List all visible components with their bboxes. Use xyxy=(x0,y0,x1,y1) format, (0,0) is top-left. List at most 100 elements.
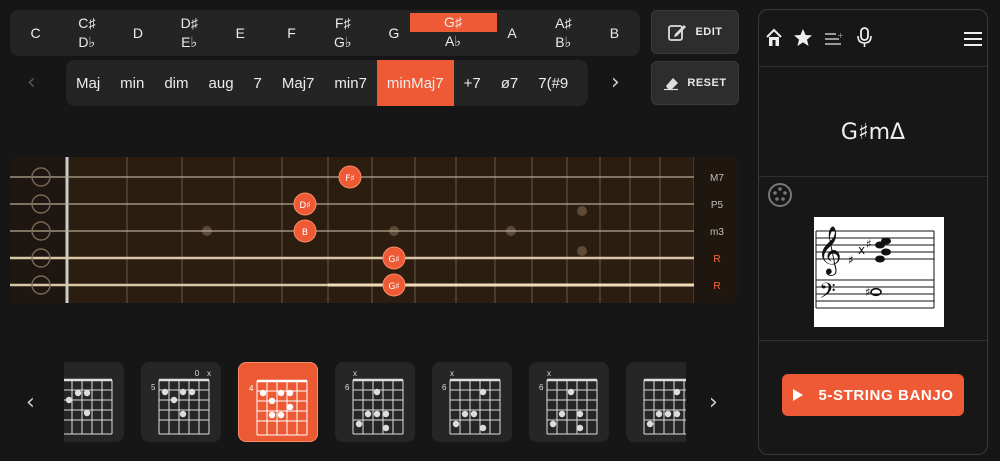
chord-type-3[interactable]: aug xyxy=(199,60,244,106)
chord-type-1[interactable]: min xyxy=(110,60,154,106)
string-mark: x xyxy=(353,369,357,378)
svg-text:♯: ♯ xyxy=(865,285,871,299)
note-11[interactable]: B xyxy=(589,10,640,56)
note-6[interactable]: F♯ G♭ xyxy=(317,10,368,56)
note-top-label: D xyxy=(132,24,144,41)
bass-clef-icon: 𝄢 xyxy=(819,279,836,309)
interval-label: m3 xyxy=(710,227,724,238)
chord-voicing-card[interactable] xyxy=(64,362,124,442)
chord-diagram: 6x xyxy=(539,369,598,435)
side-panel: + G♯mΔ 𝄞 𝄢 ♯ x ♯ ♯ 5-STRING BANJO xyxy=(758,9,988,455)
note-bottom-label: B♭ xyxy=(555,34,572,50)
note-top-label: G♯ xyxy=(409,13,497,32)
note-bottom-label: G♭ xyxy=(333,34,352,50)
chord-diagram: 4 xyxy=(249,379,308,436)
home-icon[interactable] xyxy=(766,28,782,46)
string-mark: x xyxy=(547,369,551,378)
svg-text:♯: ♯ xyxy=(866,237,872,251)
chord-type-7[interactable]: minMaj7 xyxy=(376,60,454,106)
edit-icon xyxy=(668,25,687,41)
staff-notation: 𝄞 𝄢 ♯ x ♯ ♯ xyxy=(814,217,944,327)
menu-icon[interactable] xyxy=(964,32,982,46)
note-5[interactable]: F xyxy=(266,10,317,56)
fretted-note-label: B xyxy=(302,228,308,238)
fretted-note-label: D♯ xyxy=(299,201,310,211)
note-2[interactable]: D xyxy=(112,10,163,56)
note-4[interactable]: E xyxy=(215,10,266,56)
chord-voicing-card[interactable]: 6x xyxy=(432,362,512,442)
string-mark: 0 xyxy=(195,369,200,378)
cards-next-icon[interactable]: › xyxy=(709,390,718,415)
note-top-label: C xyxy=(30,24,41,41)
chord-diagram: 6x xyxy=(442,369,501,435)
microphone-icon[interactable] xyxy=(857,27,872,47)
guitar-pick-icon[interactable] xyxy=(767,182,793,208)
chord-voicing-card[interactable]: 6x xyxy=(335,362,415,442)
types-prev-icon[interactable]: ‹ xyxy=(27,70,36,95)
instrument-play-button[interactable]: 5-STRING BANJO xyxy=(782,374,964,416)
chord-symbol: G♯mΔ xyxy=(840,120,906,145)
svg-text:x: x xyxy=(858,243,865,257)
interval-label: M7 xyxy=(710,173,724,184)
chord-type-selector: Maj min dim aug 7 Maj7 min7 minMaj7 +7 ø7 7(#9 xyxy=(66,60,588,106)
fretted-note-label: F♯ xyxy=(345,174,355,184)
reset-label: RESET xyxy=(687,77,727,89)
chord-diagram: 6x xyxy=(345,369,404,435)
note-top-label: E xyxy=(235,24,246,41)
interval-label: R xyxy=(713,281,720,292)
note-top-label: G xyxy=(388,24,400,41)
note-top-label: F♯ xyxy=(334,15,351,31)
playlist-icon[interactable]: + xyxy=(825,31,844,45)
inlay-dot xyxy=(577,206,587,216)
note-10[interactable]: A♯ B♭ xyxy=(538,10,589,56)
fretted-note-label: G♯ xyxy=(388,255,399,265)
chord-type-9[interactable]: ø7 xyxy=(491,60,529,106)
instrument-label: 5-STRING BANJO xyxy=(818,386,954,404)
chord-voicing-card[interactable]: 4 xyxy=(238,362,318,442)
note-8[interactable]: G♯ A♭ xyxy=(409,10,497,54)
note-top-label: A♯ xyxy=(555,15,572,31)
note-top-label: F xyxy=(287,24,296,41)
note-top-label: A xyxy=(507,24,517,41)
note-top-label: B xyxy=(609,24,620,41)
fretboard[interactable]: M7 P5 m3 R R F♯ D♯ B G♯ G♯ xyxy=(10,157,738,303)
chord-type-4[interactable]: 7 xyxy=(244,60,272,106)
interval-label: R xyxy=(713,254,720,265)
chord-type-6[interactable]: min7 xyxy=(324,60,377,106)
chord-fret-number: 5 xyxy=(151,383,156,392)
eraser-icon xyxy=(664,78,679,91)
svg-text:+: + xyxy=(837,31,844,40)
chord-type-10[interactable]: 7(#9 xyxy=(528,60,578,106)
edit-button[interactable]: EDIT xyxy=(651,10,739,54)
reset-button[interactable]: RESET xyxy=(651,61,739,105)
chord-diagram xyxy=(64,378,113,435)
svg-text:♯: ♯ xyxy=(848,253,854,267)
note-1[interactable]: C♯ D♭ xyxy=(61,10,112,56)
chord-voicing-card[interactable]: 5 0x xyxy=(141,362,221,442)
chord-type-5[interactable]: Maj7 xyxy=(272,60,325,106)
string-mark: x xyxy=(450,369,454,378)
chord-voicing-list: 50x46x6x6x xyxy=(64,362,686,444)
inlay-dot xyxy=(577,246,587,256)
chord-fret-number: 4 xyxy=(249,384,254,393)
types-next-icon[interactable]: › xyxy=(611,70,620,95)
fretted-note-label: G♯ xyxy=(388,282,399,292)
chord-voicing-card[interactable] xyxy=(626,362,686,442)
chord-type-2[interactable]: dim xyxy=(154,60,198,106)
chord-fret-number: 6 xyxy=(442,383,447,392)
chord-type-8[interactable]: +7 xyxy=(454,60,491,106)
note-0[interactable]: C xyxy=(10,10,61,56)
chord-fret-number: 6 xyxy=(539,383,544,392)
treble-clef-icon: 𝄞 xyxy=(817,225,842,276)
string-mark: x xyxy=(207,369,211,378)
interval-label: P5 xyxy=(711,200,724,211)
chord-fret-number: 6 xyxy=(345,383,350,392)
open-string-area xyxy=(10,157,68,303)
star-icon[interactable] xyxy=(794,29,812,46)
chord-voicing-card[interactable]: 6x xyxy=(529,362,609,442)
cards-prev-icon[interactable]: ‹ xyxy=(26,390,35,415)
note-3[interactable]: D♯ E♭ xyxy=(164,10,215,56)
chord-type-0[interactable]: Maj xyxy=(66,60,110,106)
play-icon xyxy=(793,389,804,401)
chord-diagram xyxy=(643,378,686,435)
